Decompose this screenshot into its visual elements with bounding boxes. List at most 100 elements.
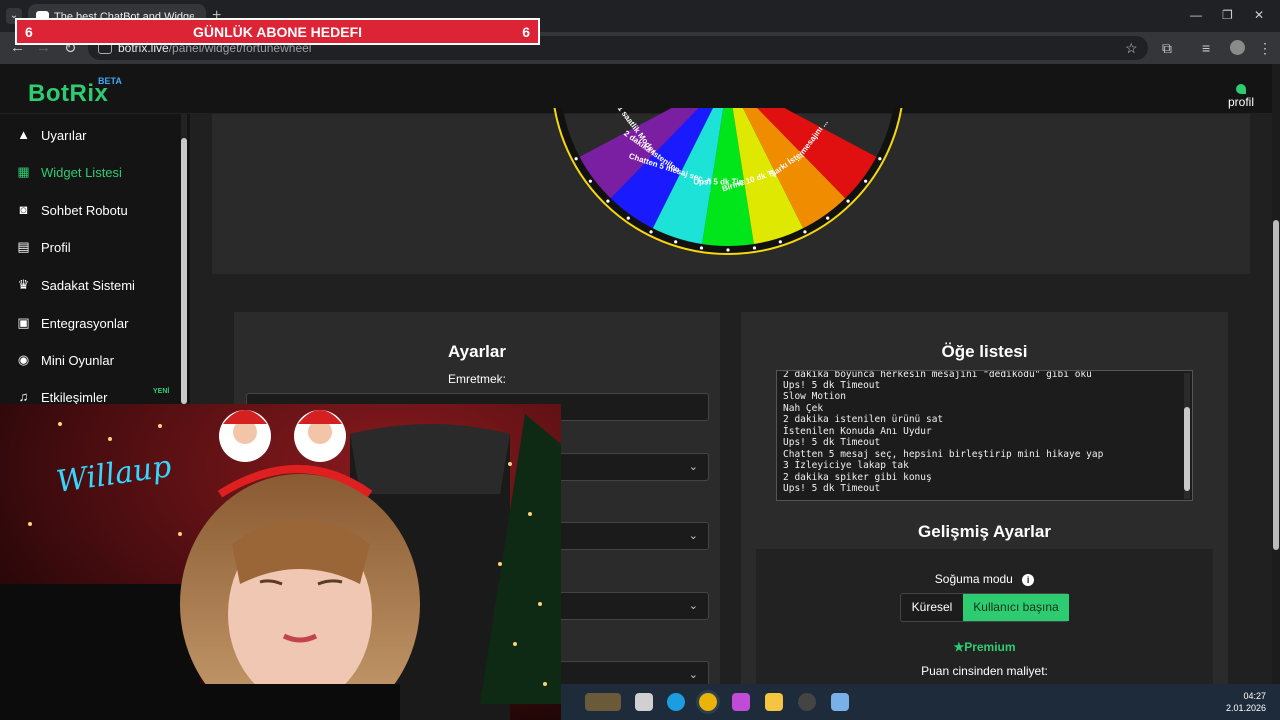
item-list-scrollbar-thumb[interactable] bbox=[1184, 407, 1190, 491]
page-scrollbar-thumb[interactable] bbox=[1273, 220, 1279, 550]
wheel-peg bbox=[778, 240, 782, 244]
sidebar-item-label: Sadakat Sistemi bbox=[41, 278, 135, 293]
bookmark-star-icon[interactable]: ☆ bbox=[1125, 40, 1138, 57]
menu-kebab-icon[interactable]: ⋮ bbox=[1258, 40, 1272, 57]
item-line: Nah Çek bbox=[783, 403, 824, 414]
item-list-title: Öğe listesi bbox=[941, 342, 1028, 361]
goal-current-count: 6 bbox=[25, 24, 33, 40]
wheel-peg bbox=[726, 248, 730, 252]
advanced-settings-title: Gelişmiş Ayarlar bbox=[918, 522, 1051, 541]
premium-row: ★Premium bbox=[756, 640, 1213, 654]
restore-icon[interactable]: ❐ bbox=[1222, 8, 1233, 22]
item-line: Ups! 5 dk Timeout bbox=[783, 437, 881, 448]
wheel-peg bbox=[803, 230, 807, 234]
chevron-down-icon: ⌄ bbox=[688, 600, 698, 612]
sidebar-item-label: Etkileşimler bbox=[41, 390, 108, 405]
cost-label: Puan cinsinden maliyet: bbox=[921, 664, 1048, 678]
goal-title: GÜNLÜK ABONE HEDEFI bbox=[192, 24, 363, 40]
extensions-icon[interactable]: ⧉ bbox=[1162, 40, 1172, 57]
profile-avatar[interactable] bbox=[1230, 40, 1245, 55]
profile-label: profil bbox=[1227, 95, 1254, 109]
item-line: 3 İzleyiciye lakap tak bbox=[783, 460, 909, 471]
wheel-peg bbox=[878, 157, 882, 161]
wheel-peg bbox=[649, 230, 653, 234]
item-line: Chatten 5 mesaj seç, hepsini birleştirip… bbox=[783, 449, 1104, 460]
sidebar-item-label: Profil bbox=[41, 240, 71, 255]
chevron-down-icon: ⌄ bbox=[688, 530, 698, 542]
wheel-peg bbox=[752, 246, 757, 250]
beta-badge: BETA bbox=[98, 76, 122, 86]
widget-weather-icon[interactable] bbox=[585, 693, 621, 711]
clock-date: 2.01.2026 bbox=[1225, 703, 1266, 713]
goal-target-count: 6 bbox=[522, 24, 530, 40]
copilot-icon[interactable] bbox=[732, 693, 750, 711]
obs-icon[interactable] bbox=[798, 693, 816, 711]
item-line: 2 dakika boyunca herkesin mesajını "dedi… bbox=[783, 370, 1092, 380]
sidebar-item-chatbot[interactable]: ◙ Sohbet Robotu bbox=[0, 191, 180, 227]
sidebar-item-mini-games[interactable]: ◉ Mini Oyunlar bbox=[0, 341, 180, 377]
profile-link[interactable]: profil bbox=[1228, 84, 1254, 109]
sidebar-scrollbar-thumb[interactable] bbox=[181, 138, 187, 404]
integration-icon: ▣ bbox=[17, 315, 30, 330]
webcam-overlay: Willaup bbox=[0, 404, 561, 720]
cooldown-per-user-button[interactable]: Kullanıcı başına bbox=[963, 594, 1069, 621]
sidebar-item-loyalty[interactable]: ♛ Sadakat Sistemi bbox=[0, 266, 180, 302]
chrome-browser-icon[interactable] bbox=[699, 693, 717, 711]
id-card-icon: ▤ bbox=[17, 239, 30, 254]
warning-icon: ▲ bbox=[17, 127, 30, 142]
item-line: İstenilen Konuda Anı Uydur bbox=[783, 426, 932, 437]
media-control-icon[interactable]: ≡ bbox=[1202, 40, 1210, 56]
cooldown-label: Soğuma modu bbox=[934, 572, 1013, 586]
robot-icon: ◙ bbox=[19, 202, 28, 217]
minimize-icon[interactable]: — bbox=[1190, 8, 1202, 22]
wheel-preview-card: 1 saatlik Moderatörlük 2 dakika istenilen… bbox=[212, 108, 1250, 274]
sidebar-item-label: Mini Oyunlar bbox=[41, 353, 114, 368]
wheel-peg bbox=[864, 179, 868, 183]
wheel-peg bbox=[588, 179, 592, 183]
info-icon[interactable]: i bbox=[1022, 574, 1035, 586]
chevron-down-icon: ⌄ bbox=[688, 669, 698, 681]
wheel-peg bbox=[574, 157, 578, 161]
botrix-logo[interactable]: BotRix bbox=[28, 80, 108, 108]
sidebar-item-alerts[interactable]: ▲ Uyarılar bbox=[0, 116, 180, 152]
sidebar-item-widget-list[interactable]: ▦ Widget Listesi bbox=[0, 153, 180, 189]
webcam-image: Willaup bbox=[0, 404, 561, 720]
system-clock[interactable]: 04:27 2.01.2026 bbox=[1226, 690, 1266, 714]
command-label: Emretmek: bbox=[447, 372, 506, 386]
close-icon[interactable]: ✕ bbox=[1254, 8, 1264, 22]
cooldown-mode-toggle: Küresel Kullanıcı başına bbox=[900, 593, 1069, 622]
gamepad-icon: ◉ bbox=[17, 352, 30, 367]
sidebar-item-label: Entegrasyonlar bbox=[41, 316, 129, 331]
item-line: Ups! 5 dk Timeout bbox=[783, 380, 881, 391]
wheel-peg bbox=[626, 216, 630, 220]
profile-leaf-icon bbox=[1235, 84, 1246, 94]
edge-browser-icon[interactable] bbox=[667, 693, 685, 711]
new-badge: YENİ bbox=[153, 388, 170, 395]
wheel-peg bbox=[674, 240, 678, 244]
cooldown-global-button[interactable]: Küresel bbox=[901, 594, 963, 621]
premium-star-icon: ★ bbox=[953, 640, 965, 654]
subscriber-goal-banner: GÜNLÜK ABONE HEDEFI 6 6 bbox=[15, 18, 540, 45]
item-line: 2 dakika istenilen ürünü sat bbox=[783, 414, 944, 425]
sidebar-item-profile[interactable]: ▤ Profil bbox=[0, 228, 180, 264]
cooldown-row: Soğuma modu i bbox=[756, 572, 1213, 586]
wheel-peg bbox=[826, 216, 830, 220]
clock-time: 04:27 bbox=[1243, 691, 1266, 701]
item-line: Slow Motion bbox=[783, 391, 846, 402]
wheel-peg bbox=[606, 199, 610, 203]
item-list-textarea[interactable]: 2 dakika boyunca herkesin mesajını "dedi… bbox=[776, 370, 1193, 501]
sidebar-item-label: Sohbet Robotu bbox=[41, 203, 128, 218]
sidebar-item-label: Widget Listesi bbox=[41, 165, 122, 180]
screen: ⌄ The best ChatBot and Widgets + — ❐ ✕ ←… bbox=[0, 0, 1280, 720]
trophy-icon: ♛ bbox=[17, 277, 30, 292]
sidebar-item-integrations[interactable]: ▣ Entegrasyonlar bbox=[0, 304, 180, 340]
item-line: Ups! 5 dk Timeout bbox=[783, 483, 881, 494]
windows-taskbar: 04:27 2.01.2026 bbox=[561, 684, 1280, 720]
premium-label: Premium bbox=[964, 640, 1016, 654]
fortune-wheel: 1 saatlik Moderatörlük2 dakika istenilen… bbox=[553, 108, 903, 255]
file-manager-icon[interactable] bbox=[635, 693, 653, 711]
folder-icon[interactable] bbox=[765, 693, 783, 711]
item-line: 2 dakika spiker gibi konuş bbox=[783, 472, 932, 483]
wheel-peg bbox=[699, 246, 704, 250]
settings-gear-icon[interactable] bbox=[831, 693, 849, 711]
